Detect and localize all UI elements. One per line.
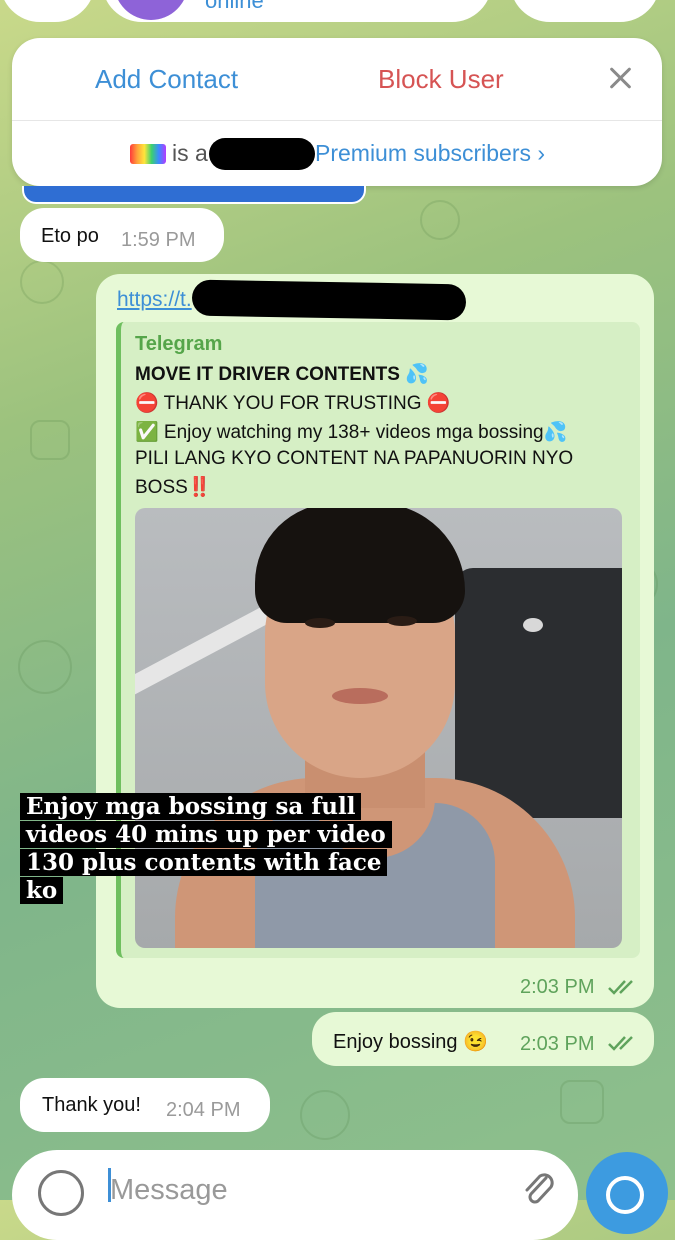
message-time: 1:59 PM (121, 229, 196, 251)
preview-site-name: Telegram (135, 333, 223, 355)
block-user-button[interactable]: Block User (378, 64, 504, 95)
wallpaper-doodle (20, 260, 64, 304)
header-back-pill[interactable] (0, 0, 95, 22)
photo-background-object (455, 568, 622, 818)
message-link[interactable]: https://t. (117, 288, 192, 312)
double-check-icon (608, 1036, 633, 1051)
caption-line: videos 40 mins up per video (20, 821, 392, 848)
close-icon[interactable] (606, 60, 634, 94)
add-contact-button[interactable]: Add Contact (95, 64, 238, 95)
premium-emoji-icon (130, 144, 166, 164)
preview-title: MOVE IT DRIVER CONTENTS 💦 (135, 364, 429, 385)
preview-line: ✅ Enjoy watching my 138+ videos mga boss… (135, 422, 568, 443)
caption-line: ko (20, 877, 64, 904)
wallpaper-doodle (300, 1090, 350, 1140)
contact-action-panel: Add Contact Block User is a Premium subs… (12, 38, 662, 186)
premium-prefix-text: is a (172, 140, 208, 166)
message-text: Eto po (41, 225, 99, 247)
message-input[interactable] (110, 1170, 490, 1210)
message-bubble-outgoing[interactable]: Enjoy bossing 😉 2:03 PM (312, 1012, 654, 1066)
wallpaper-doodle (30, 420, 70, 460)
wallpaper-doodle (560, 1080, 604, 1124)
double-check-icon (608, 980, 633, 995)
previous-message-fragment (22, 186, 366, 204)
panel-actions-row: Add Contact Block User (12, 38, 662, 121)
photo-background-detail (523, 618, 543, 632)
preview-line: PILI LANG KYO CONTENT NA PAPANUORIN NYO (135, 448, 574, 469)
message-time: 2:04 PM (166, 1099, 241, 1121)
redaction-mark (191, 279, 467, 321)
photo-person-hair (255, 508, 465, 623)
photo-person-eye (387, 616, 417, 626)
preview-line: ⛔ THANK YOU FOR TRUSTING ⛔ (135, 393, 451, 414)
header-menu-pill[interactable] (510, 0, 660, 22)
online-status: online (205, 0, 264, 13)
caption-line: Enjoy mga bossing sa full (20, 793, 362, 820)
caption-line: 130 plus contents with face (20, 849, 388, 876)
image-caption-overlay: Enjoy mga bossing sa full videos 40 mins… (20, 793, 392, 905)
attach-icon[interactable] (520, 1170, 556, 1210)
wallpaper-doodle (18, 640, 72, 694)
message-text: Enjoy bossing 😉 (333, 1031, 488, 1053)
wallpaper-doodle (420, 200, 460, 240)
message-text: Thank you! (42, 1094, 141, 1116)
preview-line: BOSS‼️ (135, 477, 212, 498)
photo-person-mouth (332, 688, 388, 704)
premium-subscribers-link[interactable]: Premium subscribers › (315, 140, 545, 167)
photo-person-eye (305, 618, 335, 628)
message-time: 2:03 PM (520, 976, 595, 998)
message-bubble-incoming[interactable]: Eto po 1:59 PM (20, 208, 224, 262)
camera-icon (606, 1176, 644, 1214)
redaction-mark (209, 138, 315, 170)
message-time: 2:03 PM (520, 1033, 595, 1055)
message-bubble-incoming[interactable]: Thank you! 2:04 PM (20, 1078, 270, 1132)
emoji-icon[interactable] (38, 1170, 84, 1216)
